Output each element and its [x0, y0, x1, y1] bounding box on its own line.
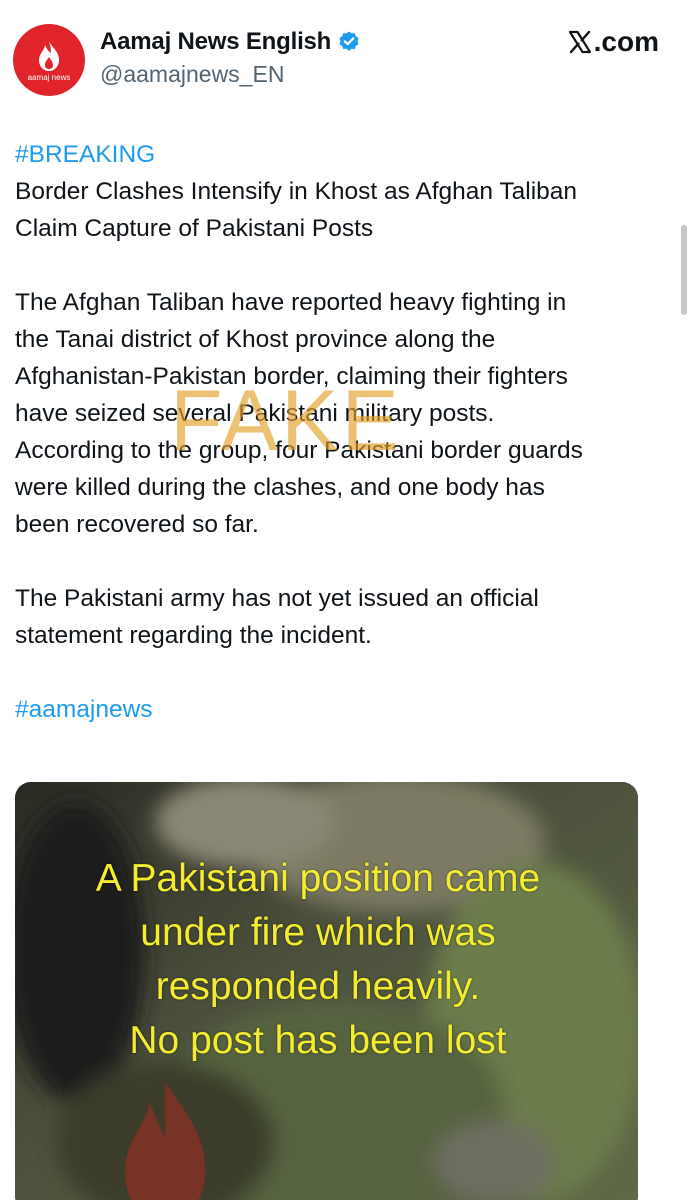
- hashtag-aamajnews[interactable]: #aamajnews: [15, 691, 670, 728]
- caption-line: No post has been lost: [129, 1019, 507, 1062]
- caption-line: responded heavily.: [155, 965, 481, 1008]
- body-line: the Tanai district of Khost province alo…: [15, 326, 496, 353]
- headline-line: Claim Capture of Pakistani Posts: [15, 215, 374, 242]
- statement-line: The Pakistani army has not yet issued an…: [15, 585, 539, 612]
- name-row: Aamaj News English: [100, 28, 361, 56]
- site-domain: .com: [593, 26, 659, 57]
- avatar[interactable]: aamaj news: [13, 24, 85, 96]
- media-caption: A Pakistani position came under fire whi…: [0, 852, 636, 1068]
- hashtag-breaking[interactable]: #BREAKING: [15, 136, 670, 173]
- x-com-brand: .com: [568, 26, 659, 58]
- headline-line: Border Clashes Intensify in Khost as Afg…: [15, 178, 578, 205]
- scrollbar[interactable]: [681, 225, 687, 315]
- statement-line: statement regarding the incident.: [15, 622, 372, 649]
- caption-line: A Pakistani position came: [95, 857, 541, 900]
- fake-watermark: FAKE: [170, 373, 402, 469]
- tweet-header: aamaj news Aamaj News English @aamajnews…: [0, 0, 689, 110]
- body-line: been recovered so far.: [15, 511, 259, 538]
- avatar-label: aamaj news: [27, 72, 71, 82]
- display-name[interactable]: Aamaj News English: [100, 28, 331, 56]
- verified-badge-icon: [339, 31, 359, 51]
- body-line: The Afghan Taliban have reported heavy f…: [15, 289, 567, 316]
- caption-line: under fire which was: [140, 911, 496, 954]
- user-handle[interactable]: @aamajnews_EN: [100, 61, 284, 88]
- body-line: were killed during the clashes, and one …: [15, 474, 545, 501]
- x-logo-icon: [568, 30, 591, 54]
- flame-logo-icon: [39, 40, 59, 71]
